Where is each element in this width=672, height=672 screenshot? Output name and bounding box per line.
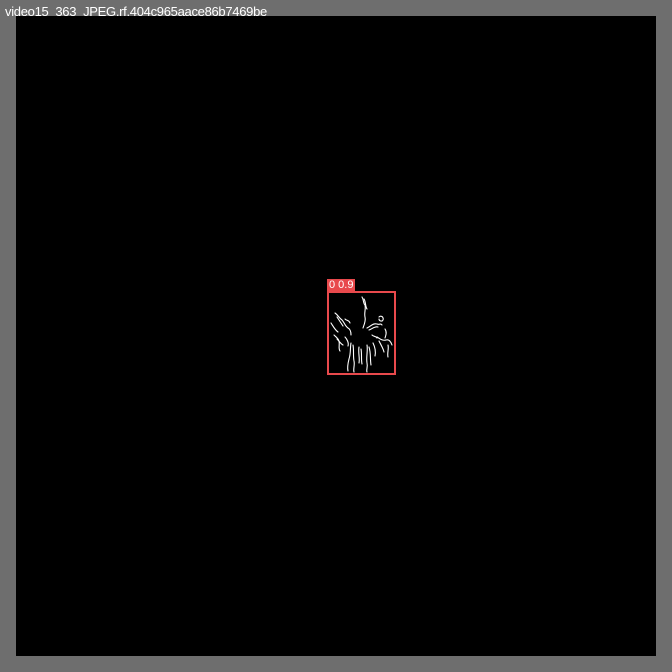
detection-label: 0 0.9	[327, 279, 356, 292]
edge-contour-shape	[330, 296, 393, 373]
image-viewer-frame: video15_363_JPEG.rf.404c965aace86b7469be…	[0, 0, 672, 672]
image-canvas: 0 0.9	[16, 16, 656, 656]
